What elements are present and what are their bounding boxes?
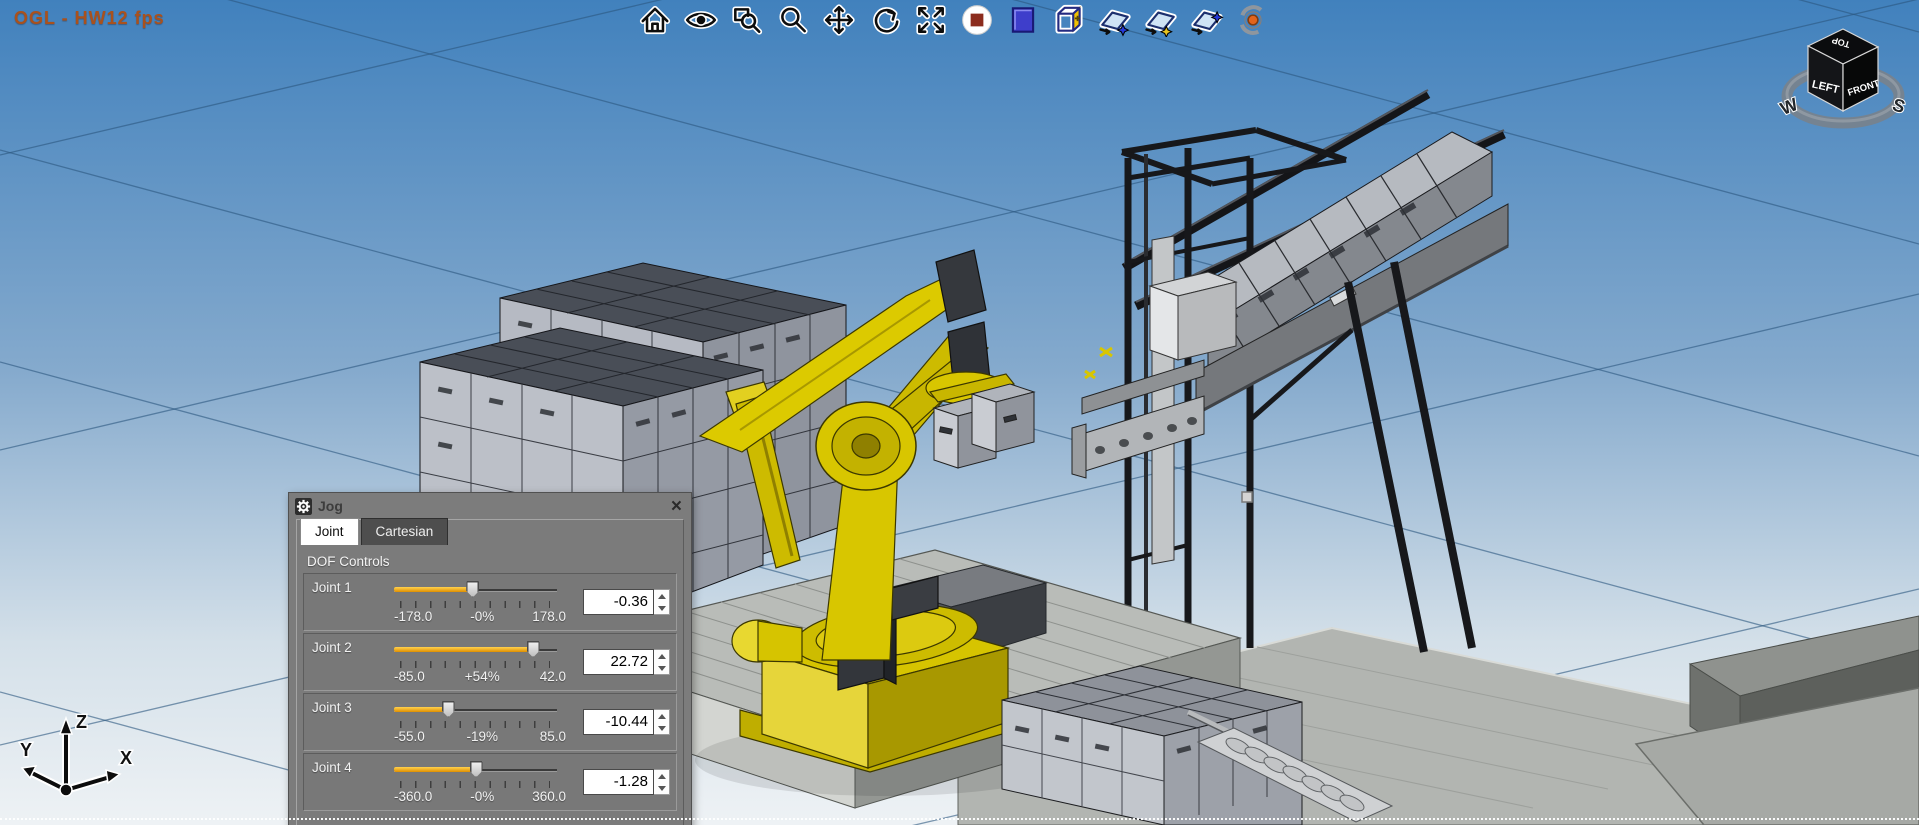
zoom-window-icon[interactable]: [730, 3, 764, 37]
viewport-dotted-divider: [0, 818, 1919, 820]
zoom-icon[interactable]: [776, 3, 810, 37]
view-plane-z-icon[interactable]: [1190, 3, 1224, 37]
joint-3-slider-ticks: [400, 721, 550, 728]
joint-2-max: 42.0: [540, 669, 566, 684]
joint-4-slider-ticks: [400, 781, 550, 788]
axis-y-label: Y: [20, 740, 32, 760]
view-cube[interactable]: W S TOP LEFT FRONT: [1768, 16, 1919, 136]
eye-icon[interactable]: [684, 3, 718, 37]
joint-2-min: -85.0: [394, 669, 425, 684]
jog-dialog: Jog × Joint Cartesian DOF Controls Joint…: [288, 492, 692, 825]
joint-2-label: Joint 2: [312, 636, 394, 655]
stop-record-icon[interactable]: [960, 3, 994, 37]
joint-4-slider-thumb[interactable]: [470, 761, 483, 778]
toolbar: [638, 3, 1270, 37]
joint-4-label: Joint 4: [312, 756, 394, 775]
joint-3-row: Joint 3 -55.0 -19% 85.0 -10.44: [303, 693, 677, 751]
joint-1-label: Joint 1: [312, 576, 394, 595]
jog-dialog-titlebar[interactable]: Jog ×: [289, 493, 691, 519]
joint-3-value[interactable]: -10.44: [583, 709, 654, 735]
joint-1-max: 178.0: [532, 609, 566, 624]
joint-2-slider-ticks: [400, 661, 550, 668]
home-icon[interactable]: [638, 3, 672, 37]
jog-dialog-panel: Joint Cartesian DOF Controls Joint 1 -17…: [296, 519, 684, 825]
joint-4-max: 360.0: [532, 789, 566, 804]
joint-4-row: Joint 4 -360.0 -0% 360.0 -1.28: [303, 753, 677, 811]
jog-tabs: Joint Cartesian: [300, 518, 679, 545]
joint-2-slider-thumb[interactable]: [527, 641, 540, 658]
joint-1-slider-thumb[interactable]: [466, 581, 479, 598]
close-icon[interactable]: ×: [668, 498, 685, 515]
joint-4-min: -360.0: [394, 789, 432, 804]
joint-2-row: Joint 2 -85.0 +54% 42.0 22.72: [303, 633, 677, 691]
view-plane-y-icon[interactable]: [1144, 3, 1178, 37]
joint-4-slider[interactable]: [394, 761, 557, 778]
joint-2-percent: +54%: [465, 669, 500, 684]
joint-3-spin-up[interactable]: [654, 710, 669, 722]
gear-icon: [295, 498, 312, 515]
axis-z-label: Z: [76, 712, 87, 732]
dof-controls-title: DOF Controls: [307, 554, 677, 569]
rotate-view-icon[interactable]: [868, 3, 902, 37]
workspace-box-icon[interactable]: [1052, 3, 1086, 37]
application-window: OGL - HW12 fps: [0, 0, 1919, 825]
joint-2-slider[interactable]: [394, 641, 557, 658]
joint-1-spin-down[interactable]: [654, 602, 669, 614]
axis-triad: Z Y X: [14, 698, 146, 816]
joint-3-slider-thumb[interactable]: [442, 701, 455, 718]
tab-cartesian[interactable]: Cartesian: [361, 518, 449, 545]
joint-3-max: 85.0: [540, 729, 566, 744]
joint-4-value[interactable]: -1.28: [583, 769, 654, 795]
selection-marker[interactable]: [1242, 492, 1252, 502]
fps-label: OGL - HW12 fps: [14, 8, 165, 29]
jog-dialog-title: Jog: [318, 498, 668, 514]
joint-3-percent: -19%: [466, 729, 498, 744]
joint-2-value[interactable]: 22.72: [583, 649, 654, 675]
joint-2-spin-down[interactable]: [654, 662, 669, 674]
joint-3-slider[interactable]: [394, 701, 557, 718]
blue-plane-view-icon[interactable]: [1006, 3, 1040, 37]
joint-1-row: Joint 1 -178.0 -0% 178.0 -0.36: [303, 573, 677, 631]
joint-1-slider[interactable]: [394, 581, 557, 598]
joint-3-label: Joint 3: [312, 696, 394, 715]
joint-4-spin-down[interactable]: [654, 782, 669, 794]
joint-1-spin-up[interactable]: [654, 590, 669, 602]
tab-joint[interactable]: Joint: [300, 518, 359, 545]
joint-4-spin-up[interactable]: [654, 770, 669, 782]
axis-x-label: X: [120, 748, 132, 768]
rotation-center-icon[interactable]: [1236, 3, 1270, 37]
joint-1-slider-ticks: [400, 601, 550, 608]
joint-2-spin-up[interactable]: [654, 650, 669, 662]
joint-1-min: -178.0: [394, 609, 432, 624]
joint-4-percent: -0%: [470, 789, 494, 804]
compass-south-label[interactable]: S: [1890, 94, 1908, 117]
joint-3-spin-down[interactable]: [654, 722, 669, 734]
zoom-extents-icon[interactable]: [914, 3, 948, 37]
joint-1-value[interactable]: -0.36: [583, 589, 654, 615]
view-plane-x-icon[interactable]: [1098, 3, 1132, 37]
joint-3-min: -55.0: [394, 729, 425, 744]
pan-icon[interactable]: [822, 3, 856, 37]
joint-1-percent: -0%: [470, 609, 494, 624]
